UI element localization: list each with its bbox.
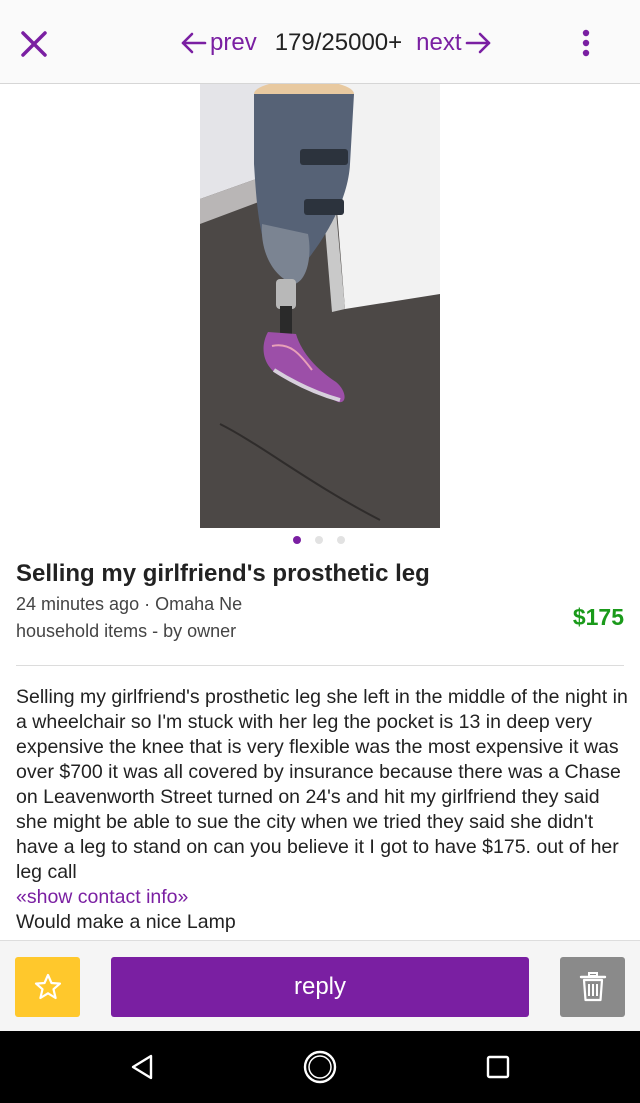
- pager-dot-active[interactable]: [293, 536, 301, 544]
- listing-meta: 24 minutes ago · Omaha Ne: [16, 594, 242, 615]
- close-button[interactable]: [14, 24, 54, 64]
- pager-dot[interactable]: [315, 536, 323, 544]
- listing-category: household items - by owner: [16, 621, 237, 641]
- next-link[interactable]: next: [416, 29, 491, 57]
- arrow-left-icon: [181, 32, 207, 54]
- pager-dot[interactable]: [337, 536, 345, 544]
- star-icon: [34, 973, 61, 1000]
- description-end: Would make a nice Lamp: [16, 911, 236, 933]
- meta-separator: ·: [144, 594, 151, 614]
- favorite-button[interactable]: [15, 957, 80, 1017]
- prev-label: prev: [210, 29, 257, 56]
- listing-location: Omaha Ne: [155, 594, 243, 614]
- reply-button[interactable]: reply: [111, 957, 529, 1017]
- hide-button[interactable]: [560, 957, 625, 1017]
- system-home-button[interactable]: [300, 1049, 340, 1085]
- listing-price: $175: [572, 604, 624, 630]
- action-bar: reply: [0, 940, 640, 1031]
- listing-description: Selling my girlfriend's prosthetic leg s…: [16, 685, 628, 937]
- system-back-button[interactable]: [122, 1049, 162, 1085]
- description-text: Selling my girlfriend's prosthetic leg s…: [16, 686, 628, 883]
- listing-navigation: prev 179/25000+ next: [180, 26, 492, 60]
- more-vert-icon: [582, 29, 590, 57]
- divider: [16, 665, 624, 666]
- photo-pager-dots: [293, 536, 345, 544]
- listing-title: Selling my girlfriend's prosthetic leg: [16, 560, 430, 587]
- listing-photo[interactable]: [200, 84, 440, 528]
- recents-square-icon: [486, 1055, 510, 1079]
- close-icon: [21, 31, 47, 57]
- top-bar: prev 179/25000+ next: [0, 0, 640, 84]
- show-contact-link[interactable]: «show contact info»: [16, 885, 628, 910]
- overflow-menu-button[interactable]: [572, 26, 600, 60]
- back-triangle-icon: [131, 1054, 153, 1080]
- listing-counter: 179/25000+: [274, 29, 403, 56]
- trash-icon: [579, 972, 606, 1002]
- arrow-right-icon: [465, 32, 490, 54]
- prev-link[interactable]: prev: [180, 29, 257, 57]
- next-label: next: [416, 29, 462, 56]
- home-circle-icon: [303, 1050, 337, 1084]
- system-navigation-bar: [0, 1031, 640, 1103]
- posted-time: 24 minutes ago: [16, 594, 140, 614]
- system-recents-button[interactable]: [478, 1049, 518, 1085]
